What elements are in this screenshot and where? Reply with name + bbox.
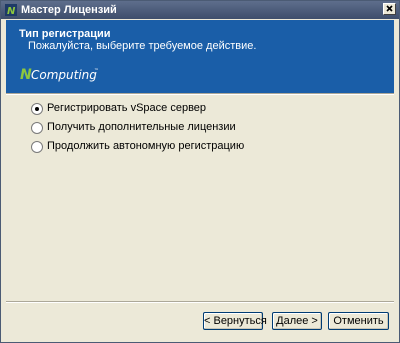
header-divider bbox=[6, 93, 394, 95]
cancel-button[interactable]: Отменить bbox=[328, 312, 389, 330]
radio-get-licenses[interactable] bbox=[31, 122, 43, 134]
option-label: Продолжить автономную регистрацию bbox=[47, 140, 245, 152]
footer-divider bbox=[6, 301, 394, 303]
logo-tm: ™ bbox=[94, 68, 99, 74]
radio-offline-registration[interactable] bbox=[31, 141, 43, 153]
close-icon bbox=[386, 5, 393, 12]
radio-selected-dot bbox=[35, 107, 39, 111]
radio-register-server[interactable] bbox=[31, 103, 43, 115]
option-label: Регистрировать vSpace сервер bbox=[47, 102, 207, 114]
ncomputing-logo: N Computing ™ bbox=[20, 67, 99, 82]
step-title: Тип регистрации bbox=[19, 28, 111, 40]
option-label: Получить дополнительные лицензии bbox=[47, 121, 236, 133]
app-icon: N bbox=[5, 4, 17, 16]
step-subtitle: Пожалуйста, выберите требуемое действие. bbox=[28, 40, 257, 52]
app-icon-letter: N bbox=[7, 6, 16, 16]
logo-text: Computing bbox=[31, 68, 97, 82]
next-button[interactable]: Далее > bbox=[272, 312, 322, 330]
back-button[interactable]: < Вернуться bbox=[203, 312, 267, 330]
license-wizard-window: N Мастер Лицензий Тип регистрации Пожалу… bbox=[0, 0, 400, 343]
close-button[interactable] bbox=[383, 3, 396, 15]
wizard-header: Тип регистрации Пожалуйста, выберите тре… bbox=[6, 20, 394, 93]
window-title: Мастер Лицензий bbox=[21, 4, 117, 16]
title-bar[interactable]: N Мастер Лицензий bbox=[1, 1, 399, 19]
